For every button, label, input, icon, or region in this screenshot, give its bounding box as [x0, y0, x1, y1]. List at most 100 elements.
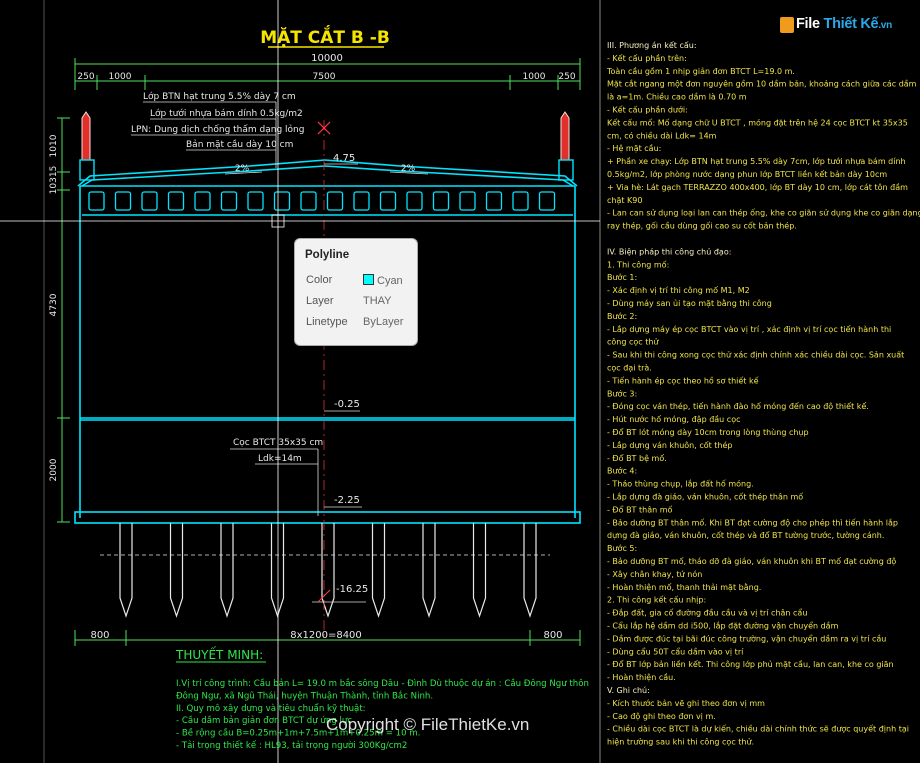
- notes-line: - Đổ BT bệ mố.: [607, 453, 667, 463]
- tooltip-row-layer: Layer: [306, 295, 334, 307]
- notes-line: - Cẩu lắp hệ dầm dd i500, lắp đặt đường …: [607, 621, 839, 632]
- dim-total-width: 10000: [311, 53, 343, 64]
- girder-cell: [512, 191, 529, 211]
- notes-line: 1. Thi công mố:: [607, 259, 669, 269]
- properties-tooltip: Polyline Color Cyan Layer THAY Linetype …: [294, 238, 418, 346]
- dim-left-1: 1010: [49, 134, 59, 157]
- logo-text: File Thiết Kế.vn: [796, 16, 892, 32]
- notes-line: - Đổ BT lớp bản liền kết. Thi công lớp p…: [607, 659, 894, 670]
- girder-cell: [353, 191, 370, 211]
- notes-line: Kết cấu mố: Mố dạng chữ U BTCT , móng đặ…: [607, 117, 908, 128]
- notes-line: chặt K90: [607, 196, 642, 206]
- notes-line: Bước 2:: [607, 311, 637, 321]
- notes-line: - Đổ BT thân mố: [607, 504, 673, 514]
- girder-cell: [406, 191, 423, 211]
- drawing-canvas[interactable]: MẶT CẮT B -B 10000 250 1000 7500 1000 25…: [0, 0, 920, 763]
- drawing-title: MẶT CẮT B -B: [260, 24, 390, 48]
- tooltip-color-text: Cyan: [377, 275, 403, 287]
- logo-tld: .vn: [878, 20, 892, 31]
- pile: [371, 523, 386, 618]
- layer-label-2: Lớp tưới nhựa bám dính 0.5kg/m2: [150, 108, 303, 119]
- notes-line: - Sau khi thi công xong cọc thử xác định…: [607, 350, 904, 361]
- notes-line: III. Phương án kết cấu:: [607, 40, 697, 50]
- girder-cell: [114, 191, 132, 211]
- logo-rest: Thiết Kế: [823, 16, 879, 32]
- notes-line: - Cao độ ghi theo đơn vị m.: [607, 711, 716, 722]
- tooltip-row-color: Color: [306, 274, 333, 286]
- notes-line: - Lắp dựng đà giáo, ván khuôn, cốt thép …: [607, 492, 803, 503]
- railing-right: [558, 111, 574, 181]
- notes-line: Mặt cắt ngang một đơn nguyên gồm 10 dầm …: [607, 79, 917, 90]
- notes-line: - Kết cấu phần dưới:: [607, 105, 688, 115]
- notes-line: Bước 1:: [607, 272, 637, 282]
- thuyet-minh-line: - Tải trọng thiết kế : HL93, tải trọng n…: [176, 740, 407, 751]
- pile: [472, 523, 487, 618]
- tooltip-color-value: Cyan: [363, 274, 403, 287]
- girder-cell: [459, 191, 476, 211]
- notes-line: - Kết cấu phần trên:: [607, 53, 687, 63]
- elevation-base: -2.25: [334, 495, 360, 506]
- pile: [119, 523, 133, 618]
- notes-line: - Bảo dưỡng BT thân mố. Khi BT đạt cường…: [607, 517, 898, 528]
- notes-line: Bước 4:: [607, 466, 637, 476]
- color-swatch-icon: [363, 274, 374, 285]
- notes-line: - Lắp dựng máy ép cọc BTCT vào vị trí , …: [607, 324, 891, 335]
- notes-line: + Via hè: Lát gạch TERRAZZO 400x400, lớp…: [607, 182, 908, 193]
- notes-line: - Bảo dưỡng BT mố, tháo dỡ đà giáo, ván …: [607, 556, 896, 567]
- notes-line: - Xác định vị trí thi công mố M1, M2: [607, 285, 750, 296]
- notes-line: - Chiều dài cọc BTCT là dự kiến, chiều d…: [607, 724, 909, 735]
- dim-bottom-3: 800: [543, 630, 562, 641]
- notes-line: - Đổ BT lót móng dày 10cm trong lòng thù…: [607, 427, 809, 438]
- notes-line: Bước 5:: [607, 543, 637, 553]
- notes-line: Toàn cầu gồm 1 nhịp giản đơn BTCT L=19.0…: [606, 66, 795, 77]
- notes-line: - Lan can sử dụng loại lan can thép ống,…: [607, 208, 920, 219]
- pile: [220, 523, 234, 618]
- notes-line: - Lắp dựng ván khuôn, cốt thép: [607, 440, 733, 451]
- elevation-pile-tip: -16.25: [336, 584, 368, 595]
- dim-bottom-2: 8x1200=8400: [290, 630, 362, 641]
- notes-line: - Dầm được đúc tại bãi đúc công trường, …: [607, 633, 886, 644]
- notes-line: 0.5kg/m2, lớp phòng nước dạng phun lớp B…: [607, 169, 887, 180]
- thuyet-minh-heading: THUYẾT MINH:: [175, 646, 263, 662]
- tooltip-row-linetype: Linetype: [306, 316, 348, 328]
- tooltip-layer-value: THAY: [363, 295, 392, 307]
- notes-line: ray thép, gối cầu dùng gối cao su cốt bả…: [607, 221, 797, 231]
- dim-top-4: 1000: [523, 72, 546, 82]
- pile: [422, 523, 436, 618]
- notes-line: là a=1m. Chiều cao dầm là 0.70 m: [607, 92, 747, 102]
- notes-line: - Hoàn thiện mố, thanh thải mặt bằng.: [607, 582, 761, 593]
- girder-cell: [194, 191, 211, 211]
- notes-line: hiện trường sau khi thi công cọc thử.: [607, 737, 754, 747]
- notes-line: công cọc thử: [607, 337, 659, 347]
- file-icon: [780, 17, 794, 33]
- pile: [270, 523, 285, 618]
- girder-cell: [432, 191, 450, 211]
- notes-line: Bước 3:: [607, 388, 637, 398]
- layer-label-4: Bản mặt cầu dày 10 cm: [186, 139, 293, 150]
- notes-line: - Hệ mặt cầu:: [607, 143, 661, 154]
- layer-callouts: Lớp BTN hạt trung 5.5% dày 7 cm Lớp tưới…: [131, 91, 304, 168]
- dim-left-3: 4730: [49, 293, 59, 316]
- elevation-top: 4.75: [333, 153, 355, 164]
- notes-line: - Dùng cẩu 50T cẩu dầm vào vị trí: [607, 646, 744, 657]
- notes-line: - Hoàn thiện cầu.: [607, 672, 676, 682]
- cad-viewport[interactable]: MẶT CẮT B -B 10000 250 1000 7500 1000 25…: [0, 0, 920, 763]
- filethietke-logo[interactable]: File Thiết Kế.vn: [780, 12, 892, 38]
- girder-cell: [300, 191, 317, 211]
- girder-row: [88, 191, 556, 211]
- notes-line: - Kích thước bản vẽ ghi theo đơn vị mm: [607, 698, 765, 709]
- girder-cell: [326, 191, 344, 211]
- girder-cell: [538, 191, 556, 211]
- girder-cell: [167, 191, 185, 211]
- copyright-watermark: Copyright © FileThietKe.vn: [326, 715, 530, 734]
- notes-panel: III. Phương án kết cấu: - Kết cấu phần t…: [606, 40, 920, 747]
- notes-line: cọc đại trà.: [607, 364, 652, 374]
- railing-left: [79, 111, 95, 181]
- notes-line: - Tiến hành ép cọc theo hồ sơ thiết kế: [607, 375, 759, 385]
- girder-cell: [220, 191, 238, 211]
- pile-callout-length: Ldk=14m: [258, 454, 302, 464]
- notes-line: - Đóng cọc ván thép, tiến hành đào hố mó…: [607, 401, 869, 411]
- notes-line: - Xây chân khay, tứ nón: [607, 569, 702, 579]
- girder-cell: [485, 191, 503, 211]
- dim-top-5: 250: [558, 72, 575, 82]
